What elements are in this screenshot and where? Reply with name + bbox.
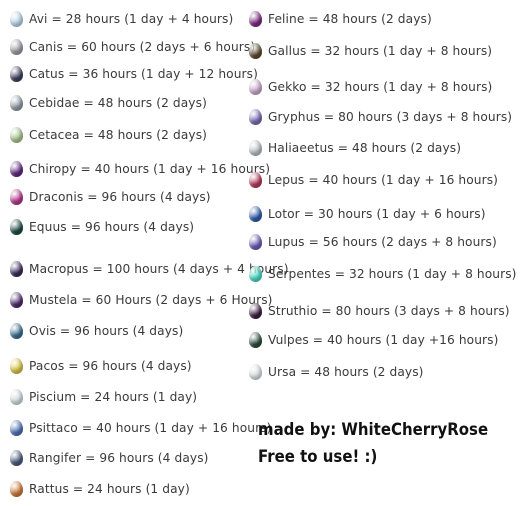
egg-hatch-time-label: Serpentes = 32 hours (1 day + 8 hours) [268, 267, 517, 281]
egg-hatch-time-label: Gryphus = 80 hours (3 days + 8 hours) [268, 110, 513, 124]
egg-hatch-time-label: Lepus = 40 hours (1 day + 16 hours) [268, 173, 499, 187]
egg-row: Gekko = 32 hours (1 day + 8 hours) [249, 76, 492, 98]
egg-hatch-time-label: Struthio = 80 hours (3 days + 8 hours) [268, 304, 510, 318]
credit-author: made by: WhiteCherryRose [258, 420, 489, 440]
lotor-egg-icon [249, 206, 262, 222]
egg-row: Vulpes = 40 hours (1 day +16 hours) [249, 329, 498, 351]
egg-hatch-time-label: Lotor = 30 hours (1 day + 6 hours) [268, 207, 486, 221]
egg-hatch-time-label: Gekko = 32 hours (1 day + 8 hours) [268, 80, 493, 94]
serpentes-egg-icon [249, 266, 262, 282]
lepus-egg-icon [249, 172, 262, 188]
egg-row: Haliaeetus = 48 hours (2 days) [249, 137, 461, 159]
credit-license: Free to use! :) [258, 447, 378, 467]
egg-row: Ursa = 48 hours (2 days) [249, 361, 424, 383]
lupus-egg-icon [249, 234, 262, 250]
egg-row: Gallus = 32 hours (1 day + 8 hours) [249, 40, 492, 62]
egg-hatch-time-label: Ursa = 48 hours (2 days) [268, 365, 424, 379]
egg-row: Lupus = 56 hours (2 days + 8 hours) [249, 231, 497, 253]
feline-egg-icon [249, 11, 262, 27]
egg-hatch-time-label: Haliaeetus = 48 hours (2 days) [268, 141, 462, 155]
egg-hatch-time-label: Lupus = 56 hours (2 days + 8 hours) [268, 235, 497, 249]
egg-hatch-time-label: Gallus = 32 hours (1 day + 8 hours) [268, 44, 493, 58]
ursa-egg-icon [249, 364, 262, 380]
egg-hatch-time-label: Feline = 48 hours (2 days) [268, 12, 432, 26]
struthio-egg-icon [249, 303, 262, 319]
egg-row: Gryphus = 80 hours (3 days + 8 hours) [249, 106, 512, 128]
haliaeetus-egg-icon [249, 140, 262, 156]
gallus-egg-icon [249, 43, 262, 59]
gekko-egg-icon [249, 79, 262, 95]
egg-hatch-time-label: Vulpes = 40 hours (1 day +16 hours) [268, 333, 499, 347]
egg-row: Feline = 48 hours (2 days) [249, 8, 432, 30]
egg-row: Lotor = 30 hours (1 day + 6 hours) [249, 203, 486, 225]
egg-row: Lepus = 40 hours (1 day + 16 hours) [249, 169, 498, 191]
gryphus-egg-icon [249, 109, 262, 125]
egg-row: Serpentes = 32 hours (1 day + 8 hours) [249, 263, 517, 285]
egg-row: Struthio = 80 hours (3 days + 8 hours) [249, 300, 510, 322]
vulpes-egg-icon [249, 332, 262, 348]
